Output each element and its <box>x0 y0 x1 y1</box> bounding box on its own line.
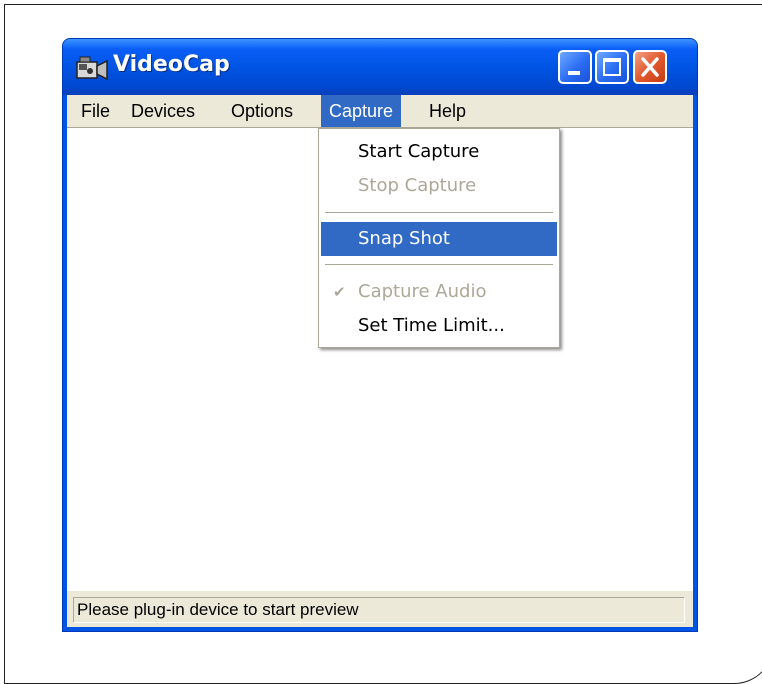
menu-item-capture-audio-label: Capture Audio <box>358 281 487 302</box>
menu-file[interactable]: File <box>73 95 118 127</box>
menu-separator <box>325 264 553 265</box>
maximize-button[interactable] <box>595 50 629 84</box>
window-title: VideoCap <box>113 52 230 77</box>
close-button[interactable] <box>633 50 667 84</box>
checkmark-icon: ✔ <box>333 283 346 301</box>
minimize-icon <box>568 71 580 75</box>
title-bar[interactable]: VideoCap <box>63 39 697 95</box>
status-bar: Please plug-in device to start preview <box>67 591 693 627</box>
menu-options[interactable]: Options <box>223 95 301 127</box>
menu-separator <box>325 212 553 213</box>
menu-item-capture-audio[interactable]: ✔ Capture Audio <box>321 275 557 309</box>
menu-item-stop-capture[interactable]: Stop Capture <box>321 169 557 203</box>
menu-item-snap-shot[interactable]: Snap Shot <box>321 222 557 256</box>
maximize-icon <box>603 58 621 76</box>
menu-item-start-capture[interactable]: Start Capture <box>321 135 557 169</box>
menu-item-set-time-limit[interactable]: Set Time Limit... <box>321 309 557 343</box>
capture-dropdown-menu: Start Capture Stop Capture Snap Shot ✔ C… <box>318 128 560 348</box>
minimize-button[interactable] <box>558 50 592 84</box>
menu-capture[interactable]: Capture <box>321 95 402 127</box>
close-icon <box>641 57 659 77</box>
menu-devices[interactable]: Devices <box>123 95 203 127</box>
status-text: Please plug-in device to start preview <box>73 597 685 623</box>
menu-help[interactable]: Help <box>421 95 474 127</box>
menu-bar: File Devices Options Capture Help <box>67 95 693 127</box>
camcorder-icon <box>76 56 108 81</box>
